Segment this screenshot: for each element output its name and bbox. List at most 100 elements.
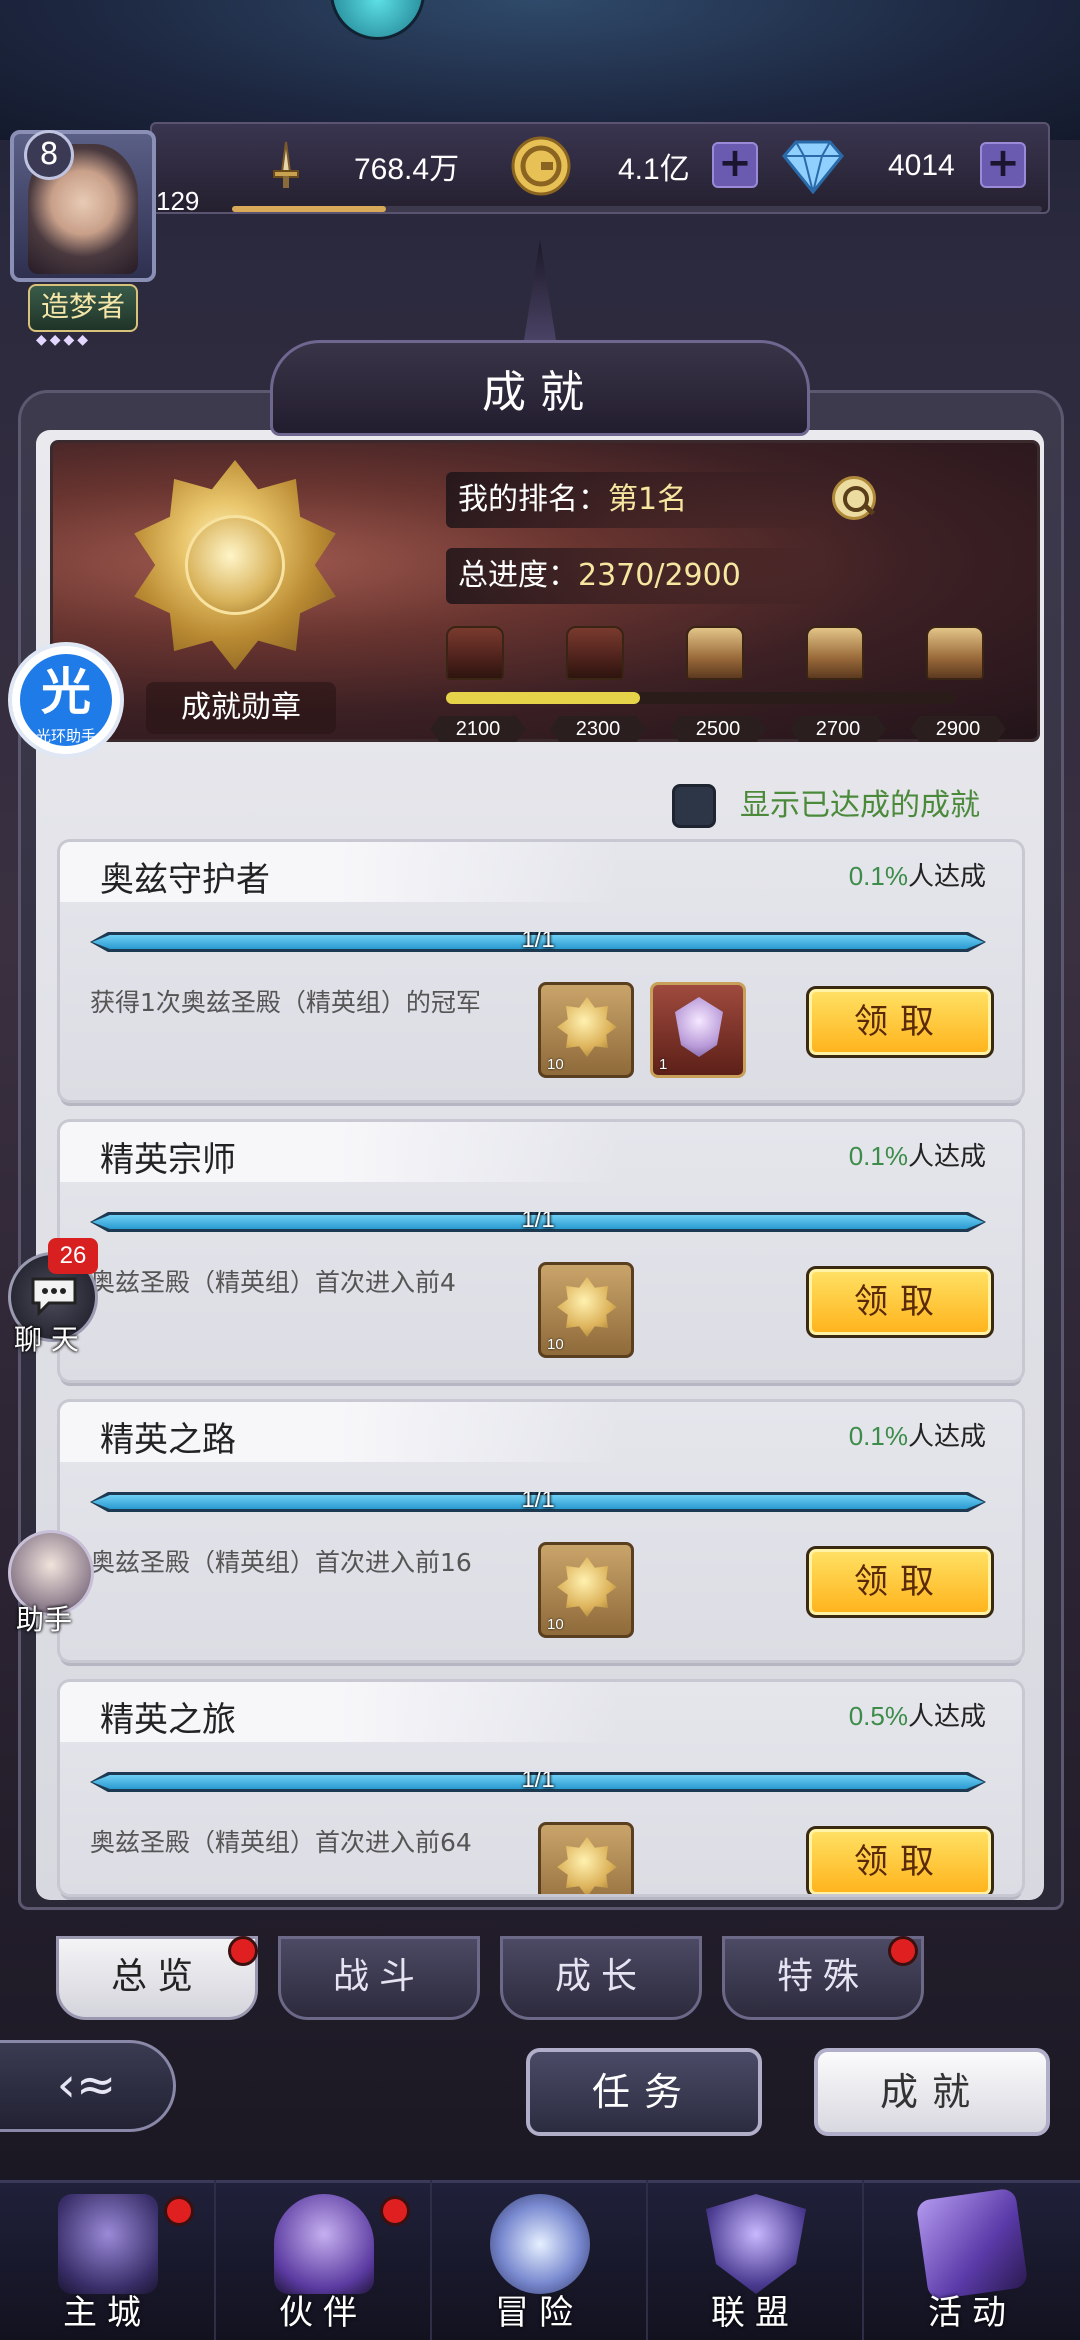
reward-qty: 10 <box>547 1616 564 1633</box>
show-completed-label[interactable]: 显示已达成的成就 <box>740 784 980 828</box>
reward-medal-icon[interactable]: 10 <box>538 1542 634 1638</box>
xp-bar <box>232 206 1042 212</box>
reward-qty: 10 <box>547 1336 564 1353</box>
back-button[interactable]: ‹≈ <box>0 2040 176 2132</box>
reward-chest-icon[interactable] <box>806 626 864 680</box>
tab-growth[interactable]: 成长 <box>500 1936 702 2020</box>
progress-text: 1/1 <box>521 1486 555 1513</box>
tab-overview-badge <box>228 1936 258 1966</box>
tab-special-badge <box>888 1936 918 1966</box>
milestone-label: 2500 <box>670 716 766 742</box>
achievement-card: 精英宗师 0.1%人达成 1/1 奥兹圣殿（精英组）首次进入前4 10 领取 <box>60 1122 1022 1380</box>
tasks-button[interactable]: 任务 <box>526 2048 762 2136</box>
achievement-title: 精英之旅 <box>100 1700 236 1740</box>
halo-assistant-button[interactable]: 光 光环助手 <box>8 642 124 758</box>
progress-text: 1/1 <box>521 1766 555 1793</box>
milestone-progress-fill <box>446 692 640 704</box>
wizard-hat-icon <box>274 2194 374 2294</box>
search-icon[interactable] <box>832 476 876 520</box>
gold-resource: 4.1亿 <box>510 136 690 196</box>
helper-label: 助手 <box>16 1603 73 1636</box>
chat-unread-badge: 26 <box>48 1238 98 1274</box>
milestone-label: 2300 <box>550 716 646 742</box>
nav-alliance[interactable]: 联盟 <box>648 2180 864 2340</box>
chat-bubble-icon <box>31 1277 77 1317</box>
diamond-value: 4014 <box>888 149 955 182</box>
progress-value: 2370/2900 <box>578 558 741 593</box>
diamond-icon <box>782 140 844 194</box>
reward-chest-icon[interactable] <box>686 626 744 680</box>
achievement-card: 奥兹守护者 0.1%人达成 1/1 获得1次奥兹圣殿（精英组）的冠军 10 1 … <box>60 842 1022 1100</box>
add-gold-button[interactable]: + <box>712 142 758 188</box>
achievement-description: 奥兹圣殿（精英组）首次进入前4 <box>90 1268 456 1297</box>
reward-medal-icon[interactable]: 10 <box>538 1822 634 1894</box>
total-progress: 总进度：2370/2900 <box>446 548 826 604</box>
medal-icon <box>557 1557 617 1617</box>
emblem-icon <box>675 997 723 1057</box>
reward-chest-icon[interactable] <box>446 626 504 680</box>
achievement-rate: 0.1%人达成 <box>849 856 986 893</box>
rate-suffix: 人达成 <box>907 1422 986 1452</box>
rank-value: 第1名 <box>608 482 688 517</box>
claim-button[interactable]: 领取 <box>806 1266 994 1338</box>
cards-icon <box>915 2187 1029 2301</box>
add-diamond-button[interactable]: + <box>980 142 1026 188</box>
claim-button[interactable]: 领取 <box>806 986 994 1058</box>
achievement-rate: 0.5%人达成 <box>849 1696 986 1733</box>
achievement-description: 获得1次奥兹圣殿（精英组）的冠军 <box>90 988 481 1017</box>
nav-main-city-badge <box>164 2196 194 2226</box>
gold-coin-icon <box>511 136 571 196</box>
title-stars: ◆◆◆◆ <box>36 332 92 348</box>
achievement-description: 奥兹圣殿（精英组）首次进入前64 <box>90 1828 472 1857</box>
medal-moon-core <box>185 515 285 615</box>
achievement-title: 奥兹守护者 <box>100 860 270 900</box>
reward-medal-icon[interactable]: 10 <box>538 982 634 1078</box>
nav-label: 联盟 <box>711 2293 799 2333</box>
achievement-rate: 0.1%人达成 <box>849 1136 986 1173</box>
rank-label: 我的排名： <box>458 482 608 517</box>
castle-icon <box>58 2194 158 2294</box>
reward-qty: 10 <box>547 1056 564 1073</box>
milestone-progress-bar <box>446 692 956 704</box>
claim-button[interactable]: 领取 <box>806 1826 994 1894</box>
nav-label: 冒险 <box>495 2293 583 2333</box>
achievement-title: 精英之路 <box>100 1420 236 1460</box>
reward-chest-icon[interactable] <box>926 626 984 680</box>
achievement-progress-bar: 1/1 <box>90 932 986 952</box>
tab-battle[interactable]: 战斗 <box>278 1936 480 2020</box>
reward-medal-icon[interactable]: 10 <box>538 1262 634 1358</box>
player-title[interactable]: 造梦者 <box>28 284 138 332</box>
milestone-label: 2700 <box>790 716 886 742</box>
rate-percent: 0.1% <box>848 1421 908 1451</box>
chat-label: 聊 天 <box>14 1323 79 1356</box>
panel-title-plate: 成就 <box>270 340 810 436</box>
nav-adventure[interactable]: 冒险 <box>432 2180 648 2340</box>
achievement-progress-bar: 1/1 <box>90 1772 986 1792</box>
reward-emblem-icon[interactable]: 1 <box>650 982 746 1078</box>
reward-chest-icon[interactable] <box>566 626 624 680</box>
show-completed-checkbox[interactable] <box>672 784 716 828</box>
nav-label: 伙伴 <box>279 2293 367 2333</box>
medal-icon <box>557 1277 617 1337</box>
rate-suffix: 人达成 <box>907 862 986 892</box>
nav-label: 主城 <box>63 2293 151 2333</box>
power-value: 768.4万 <box>354 153 460 186</box>
achievement-progress-bar: 1/1 <box>90 1492 986 1512</box>
reward-qty: 1 <box>659 1056 668 1073</box>
rate-percent: 0.1% <box>848 1141 908 1171</box>
achievements-button[interactable]: 成就 <box>814 2048 1050 2136</box>
achievement-card: 精英之路 0.1%人达成 1/1 奥兹圣殿（精英组）首次进入前16 10 领取 <box>60 1402 1022 1660</box>
shield-icon <box>706 2194 806 2294</box>
my-rank: 我的排名：第1名 <box>446 472 826 528</box>
nav-label: 活动 <box>928 2293 1016 2333</box>
rate-percent: 0.5% <box>848 1701 908 1731</box>
rate-suffix: 人达成 <box>907 1702 986 1732</box>
milestone-label: 2100 <box>430 716 526 742</box>
panel-title: 成就 <box>482 367 598 418</box>
nav-events[interactable]: 活动 <box>864 2180 1080 2340</box>
milestone-label: 2900 <box>910 716 1006 742</box>
power-resource: 768.4万 <box>258 138 459 194</box>
progress-label: 总进度： <box>458 558 578 593</box>
panel-crest-ornament <box>524 240 556 340</box>
claim-button[interactable]: 领取 <box>806 1546 994 1618</box>
